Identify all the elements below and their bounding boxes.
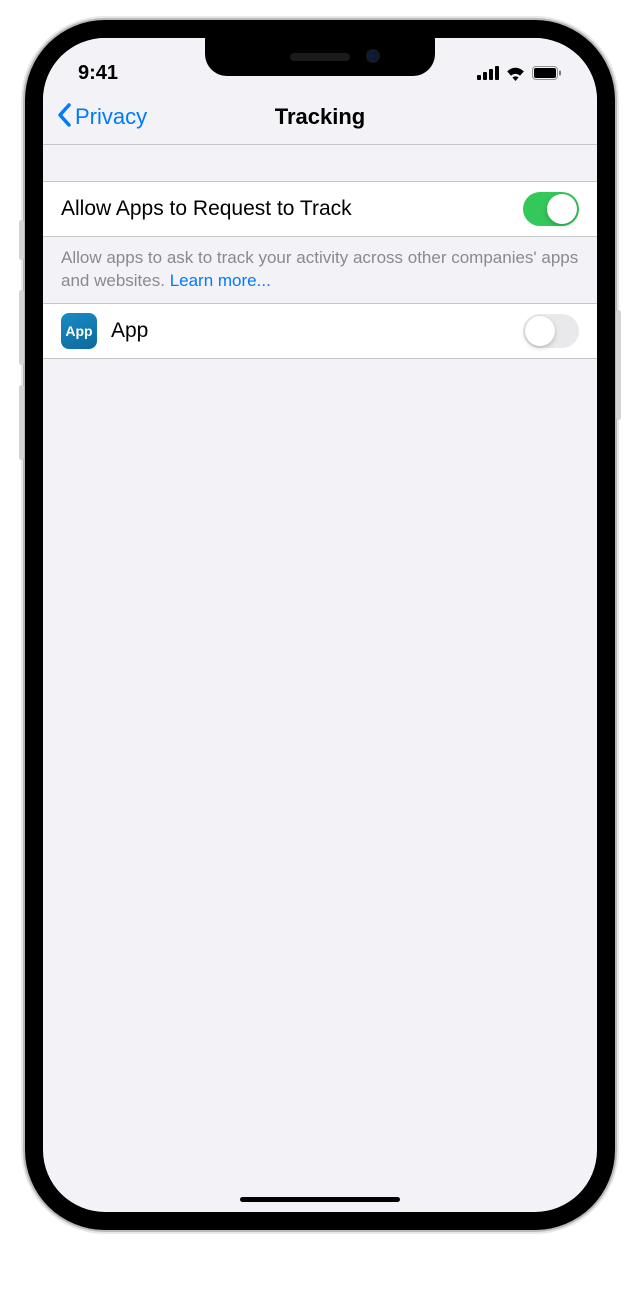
learn-more-link[interactable]: Learn more... — [170, 271, 271, 290]
screen: 9:41 Privacy Tracking Allow Apps to Requ… — [43, 38, 597, 1212]
allow-tracking-label: Allow Apps to Request to Track — [61, 197, 523, 221]
toggle-knob — [525, 316, 555, 346]
chevron-left-icon — [57, 103, 71, 132]
section-footer: Allow apps to ask to track your activity… — [43, 237, 597, 303]
home-indicator[interactable] — [240, 1197, 400, 1202]
front-camera — [366, 49, 380, 63]
app-tracking-cell[interactable]: App App — [43, 303, 597, 359]
cellular-signal-icon — [477, 66, 499, 80]
app-name-label: App — [111, 319, 523, 343]
toggle-knob — [547, 194, 577, 224]
app-tracking-toggle[interactable] — [523, 314, 579, 348]
navigation-bar: Privacy Tracking — [43, 90, 597, 145]
app-icon: App — [61, 313, 97, 349]
phone-device-frame: 9:41 Privacy Tracking Allow Apps to Requ… — [25, 20, 615, 1230]
status-indicators — [477, 66, 562, 81]
allow-tracking-toggle[interactable] — [523, 192, 579, 226]
speaker-grill — [290, 53, 350, 61]
battery-icon — [532, 66, 562, 80]
status-time: 9:41 — [78, 62, 118, 85]
power-button — [616, 310, 621, 420]
app-icon-label: App — [65, 323, 92, 339]
notch — [205, 38, 435, 76]
wifi-icon — [505, 66, 526, 81]
page-title: Tracking — [275, 104, 365, 130]
volume-up-button — [19, 290, 24, 365]
allow-tracking-cell[interactable]: Allow Apps to Request to Track — [43, 181, 597, 237]
volume-down-button — [19, 385, 24, 460]
footer-description: Allow apps to ask to track your activity… — [61, 248, 578, 290]
silent-switch — [19, 220, 24, 260]
section-spacer — [43, 145, 597, 181]
back-button[interactable]: Privacy — [57, 103, 147, 132]
back-label: Privacy — [75, 104, 147, 130]
